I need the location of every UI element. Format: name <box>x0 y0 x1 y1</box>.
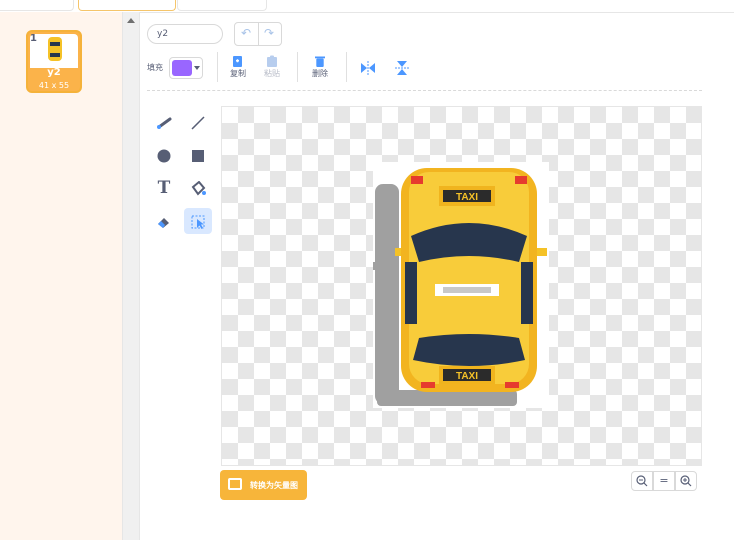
paste-icon <box>267 55 277 67</box>
scroll-up-icon[interactable] <box>127 18 135 23</box>
rear-taxi-sign: TAXI <box>456 371 478 382</box>
fill-icon <box>191 180 206 196</box>
undo-redo-group: ↶ ↷ <box>234 22 282 46</box>
convert-label: 转换为矢量图 <box>250 481 298 490</box>
zoom-in-button[interactable] <box>675 471 697 491</box>
front-taxi-sign: TAXI <box>456 192 478 203</box>
costume-number: 1 <box>30 33 37 44</box>
text-tool[interactable]: T <box>150 175 178 201</box>
tab-sounds[interactable] <box>177 0 267 11</box>
flip-horizontal-icon[interactable] <box>360 61 376 75</box>
copy-label: 复制 <box>230 69 246 78</box>
delete-label: 删除 <box>312 69 328 78</box>
costume-item[interactable]: 1 y2 41 x 55 <box>26 30 82 93</box>
brush-tool[interactable] <box>150 109 178 135</box>
zoom-out-button[interactable] <box>631 471 653 491</box>
convert-to-vector-button[interactable]: 转换为矢量图 <box>220 470 307 500</box>
paste-label: 粘贴 <box>264 69 280 78</box>
paste-button[interactable]: 粘贴 <box>261 55 283 79</box>
eraser-tool[interactable] <box>150 208 178 234</box>
fill-color-swatch <box>172 60 192 76</box>
costume-thumbnail <box>30 34 78 68</box>
circle-tool[interactable] <box>150 142 178 168</box>
flip-vertical-icon[interactable] <box>395 60 409 76</box>
copy-icon <box>233 56 242 67</box>
rectangle-tool[interactable] <box>184 142 212 168</box>
dropdown-caret-icon <box>194 66 200 70</box>
rectangle-icon <box>192 149 204 162</box>
zoom-reset-label: = <box>659 474 669 487</box>
delete-button[interactable]: 删除 <box>309 55 331 79</box>
zoom-reset-button[interactable]: = <box>653 471 675 491</box>
zoom-out-icon <box>636 475 648 487</box>
taxi-thumbnail-icon <box>48 37 62 61</box>
line-tool[interactable] <box>184 109 212 135</box>
select-tool[interactable] <box>184 208 212 234</box>
eraser-icon <box>158 217 169 228</box>
sidebar-scrollbar[interactable] <box>122 12 140 540</box>
circle-icon <box>157 149 171 162</box>
text-icon: T <box>157 178 171 198</box>
tab-code[interactable] <box>0 0 74 11</box>
costume-name-input[interactable]: y2 <box>147 24 223 44</box>
fill-label: 填充 <box>147 63 163 72</box>
brush-icon <box>157 117 172 129</box>
fill-color-picker[interactable] <box>169 57 203 79</box>
redo-icon[interactable]: ↷ <box>264 26 274 40</box>
tab-costumes[interactable] <box>78 0 176 11</box>
costume-size: 41 x 55 <box>38 81 70 90</box>
taxi-sprite[interactable]: TAXI TAXI <box>373 162 549 408</box>
image-icon <box>228 478 242 490</box>
select-icon <box>191 215 205 229</box>
trash-icon <box>315 56 325 67</box>
line-icon <box>191 115 205 130</box>
costume-list: 1 y2 41 x 55 <box>0 12 122 540</box>
copy-button[interactable]: 复制 <box>227 55 249 79</box>
zoom-in-icon <box>680 475 692 487</box>
costume-name: y2 <box>47 67 61 78</box>
fill-tool[interactable] <box>184 175 212 201</box>
undo-icon[interactable]: ↶ <box>241 26 251 40</box>
